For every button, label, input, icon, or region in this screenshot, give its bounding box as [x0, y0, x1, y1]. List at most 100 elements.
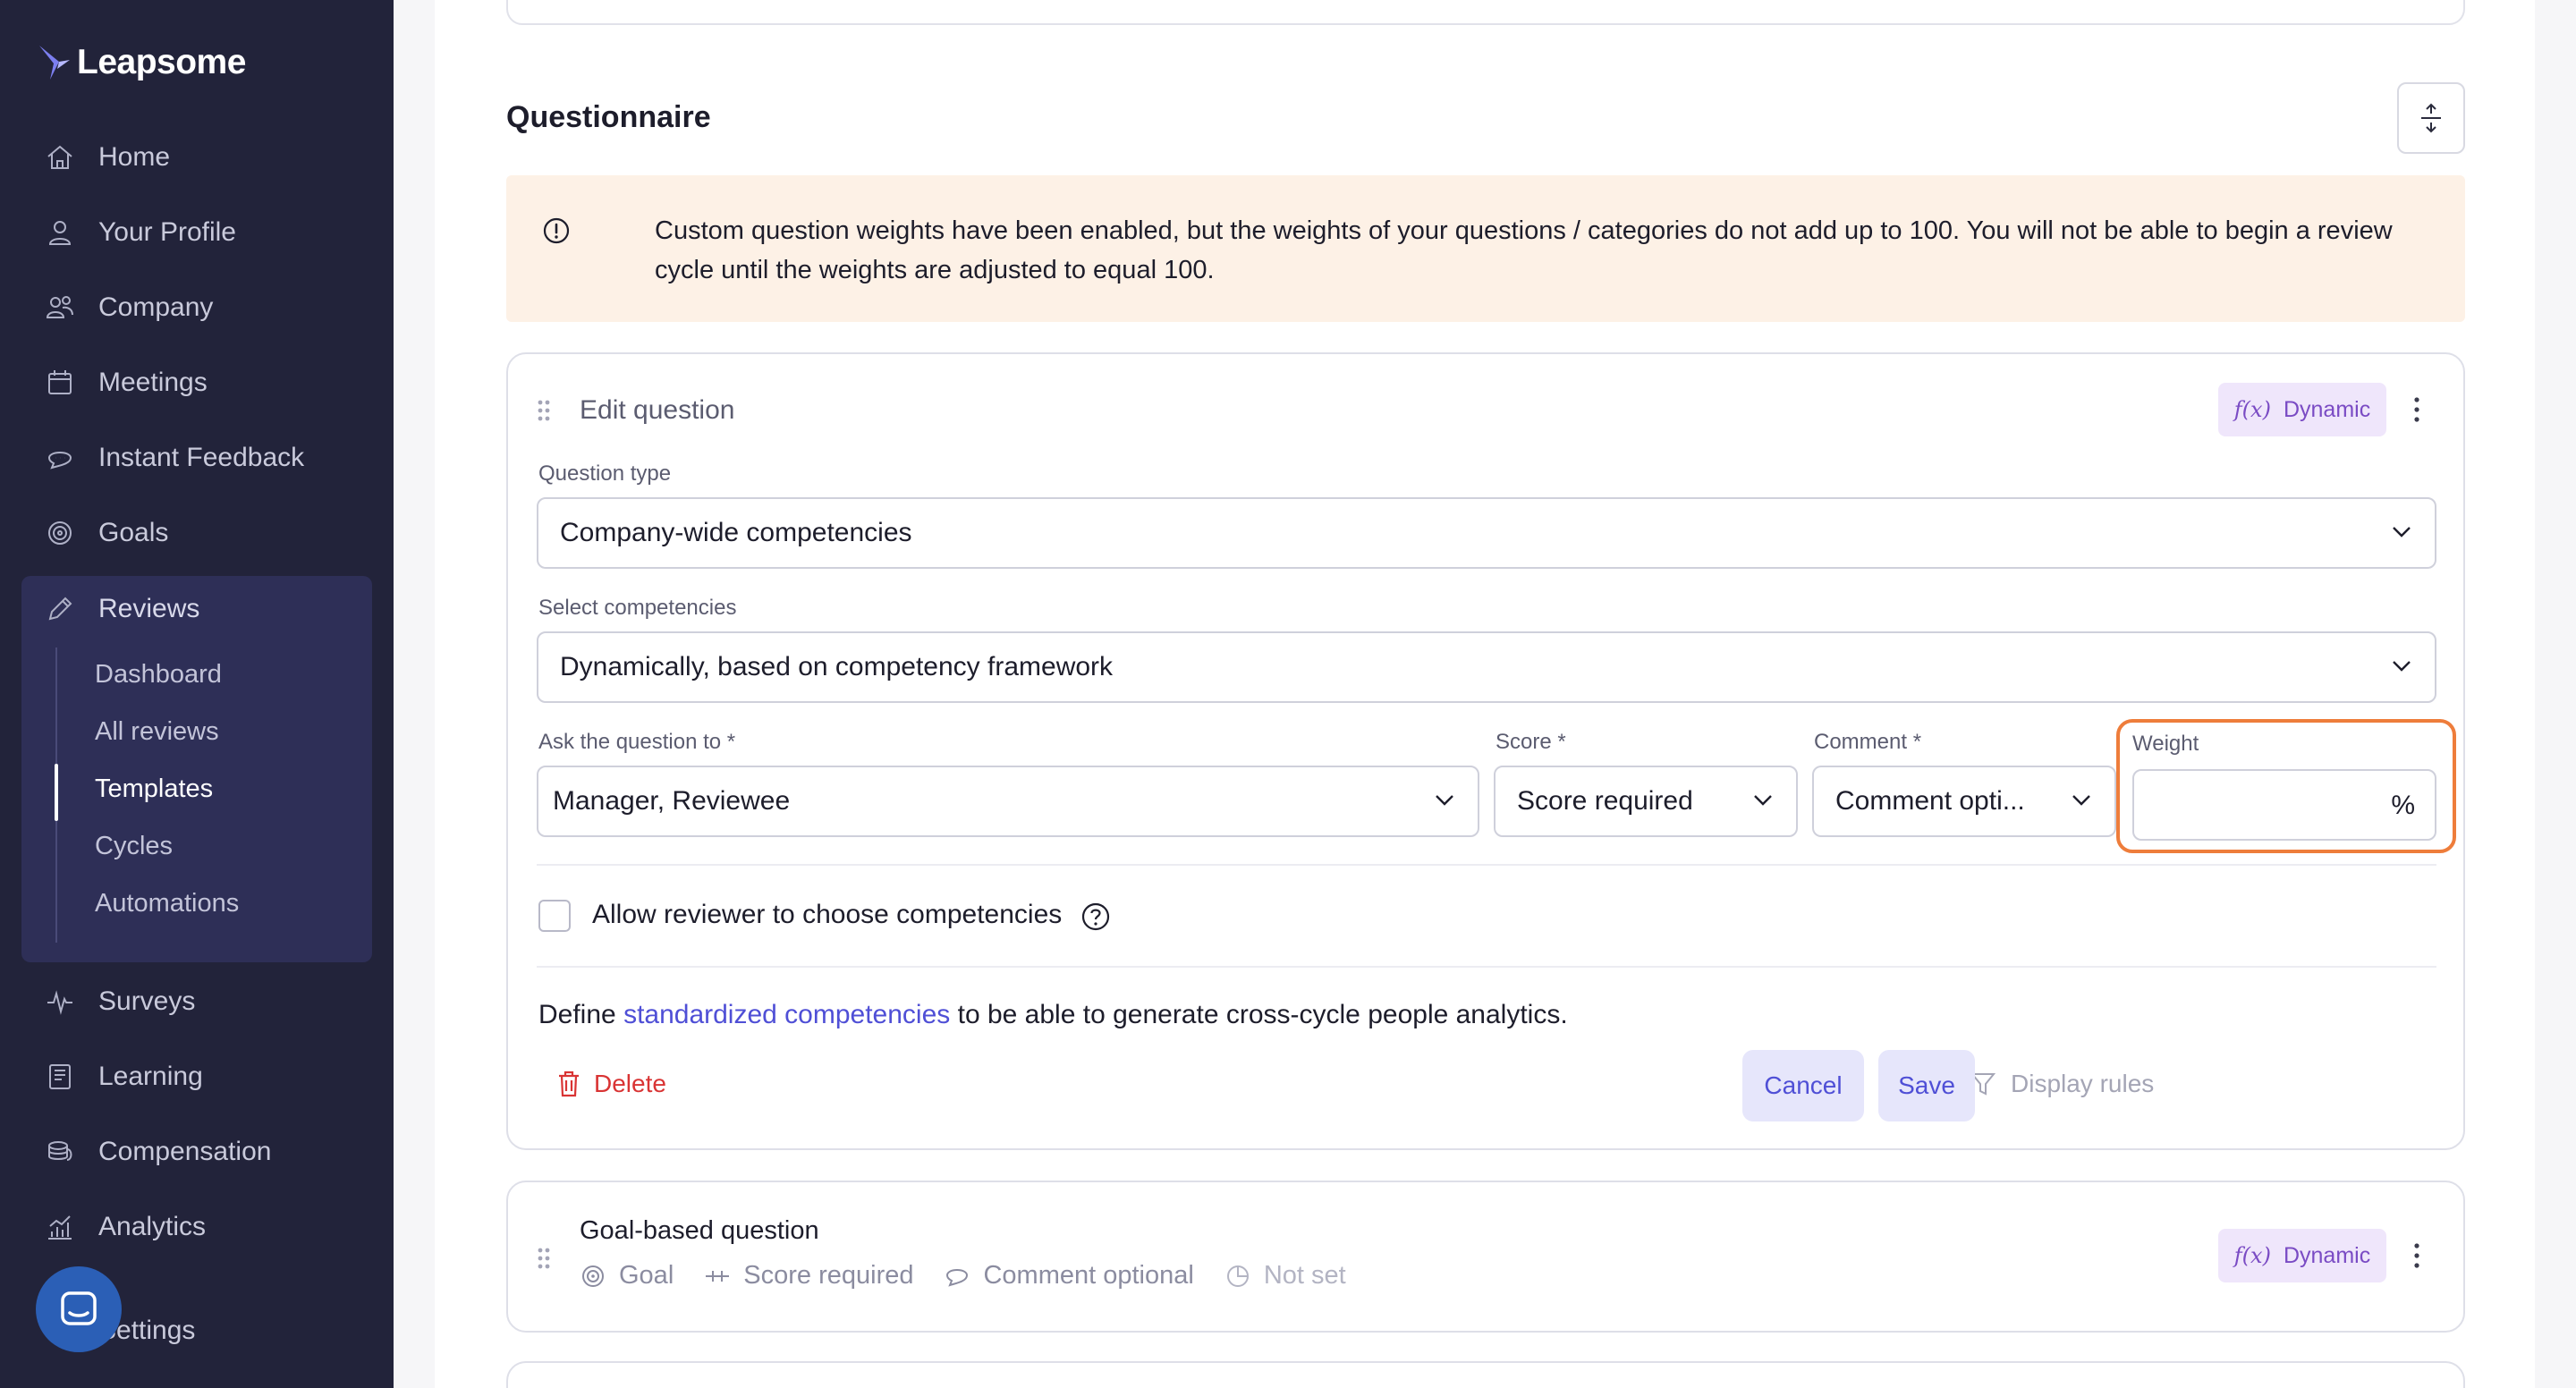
competencies-label: Select competencies — [538, 596, 737, 620]
sidebar-item-learning[interactable]: Learning — [45, 1057, 203, 1096]
percent-unit: % — [2391, 791, 2415, 820]
pencil-icon — [48, 597, 72, 621]
sidebar-item-label: Instant Feedback — [98, 443, 305, 472]
warning-text: Custom question weights have been enable… — [655, 216, 2393, 284]
chat-icon — [47, 452, 72, 470]
cancel-button[interactable]: Cancel — [1742, 1050, 1864, 1121]
score-icon — [706, 1270, 730, 1282]
target-icon — [48, 521, 72, 545]
sidebar-item-label: Home — [98, 142, 171, 172]
user-icon — [48, 221, 72, 245]
edit-question-title: Edit question — [580, 395, 735, 425]
sidebar-item-analytics[interactable]: Analytics — [45, 1207, 206, 1247]
home-icon — [47, 145, 72, 169]
question-type-value: Company-wide competencies — [560, 518, 912, 547]
define-competencies-text: Define standardized competencies to be a… — [538, 1000, 1568, 1030]
sidebar-item-reviews[interactable]: Reviews — [45, 594, 199, 624]
collapse-all-button[interactable] — [2397, 82, 2465, 154]
reviews-section: Reviews Dashboard All reviews Templates … — [21, 576, 372, 962]
target-icon — [582, 1265, 604, 1287]
question-type-label: Question type — [538, 461, 672, 486]
sidebar-item-label: Analytics — [98, 1212, 207, 1241]
goal-question-meta: Goal Score required Comment optional Not… — [580, 1261, 1377, 1291]
logo[interactable]: Leapsome — [38, 43, 246, 82]
allow-reviewer-checkbox[interactable] — [538, 900, 571, 932]
ask-question-value: Manager, Reviewee — [553, 786, 791, 816]
sidebar-item-surveys[interactable]: Surveys — [45, 982, 195, 1021]
weight-input[interactable]: % — [2132, 769, 2436, 841]
function-icon: f(x) — [2233, 397, 2271, 422]
meta-comment: Comment optional — [944, 1261, 1194, 1291]
sidebar-item-company[interactable]: Company — [45, 288, 213, 327]
support-chat-button[interactable] — [36, 1266, 122, 1352]
edit-question-card: Edit question f(x) Dynamic Question type… — [506, 352, 2465, 1150]
display-rules-label: Display rules — [2011, 1070, 2155, 1097]
comment-select[interactable]: Comment opti... — [1812, 766, 2116, 837]
ask-question-label: Ask the question to * — [538, 730, 736, 754]
sidebar-item-home[interactable]: Home — [45, 138, 170, 177]
meta-weight: Not set — [1224, 1261, 1346, 1291]
leapsome-bird-icon — [39, 46, 70, 80]
more-options-icon[interactable] — [2411, 395, 2422, 424]
meta-score-label: Score required — [743, 1261, 914, 1290]
drag-handle-icon[interactable] — [537, 399, 551, 422]
chevron-down-icon — [2393, 527, 2411, 537]
calendar-icon — [48, 370, 72, 394]
subnav-item-templates[interactable]: Templates — [95, 774, 213, 804]
sidebar-item-label: Surveys — [98, 986, 196, 1016]
sidebar-item-compensation[interactable]: Compensation — [45, 1132, 271, 1172]
standardized-competencies-link[interactable]: standardized competencies — [623, 1000, 950, 1029]
dynamic-badge[interactable]: f(x) Dynamic — [2218, 1229, 2386, 1282]
sidebar-item-label: Goals — [98, 518, 169, 547]
goal-question-card[interactable]: Goal-based question Goal Score required … — [506, 1181, 2465, 1333]
display-rules-button[interactable]: Display rules — [1970, 1070, 2154, 1098]
meta-goal-label: Goal — [619, 1261, 674, 1290]
subnav-item-dashboard[interactable]: Dashboard — [95, 660, 222, 690]
score-value: Score required — [1517, 786, 1693, 816]
question-type-select[interactable]: Company-wide competencies — [537, 497, 2436, 569]
score-select[interactable]: Score required — [1494, 766, 1798, 837]
sidebar-item-your-profile[interactable]: Your Profile — [45, 213, 236, 252]
meta-goal: Goal — [580, 1261, 674, 1291]
weight-label: Weight — [2132, 732, 2199, 756]
sidebar-item-instant-feedback[interactable]: Instant Feedback — [45, 438, 304, 478]
competencies-value: Dynamically, based on competency framewo… — [560, 652, 1114, 681]
previous-card — [506, 0, 2465, 25]
weights-warning-banner: Custom question weights have been enable… — [506, 175, 2465, 322]
sidebar-item-label: Company — [98, 292, 214, 322]
delete-button[interactable]: Delete — [556, 1070, 666, 1098]
save-button[interactable]: Save — [1878, 1050, 1975, 1121]
sidebar-item-meetings[interactable]: Meetings — [45, 363, 208, 402]
dynamic-badge-label: Dynamic — [2283, 1242, 2371, 1268]
score-label: Score * — [1496, 730, 1566, 754]
drag-handle-icon[interactable] — [537, 1247, 551, 1270]
chevron-down-icon — [2393, 661, 2411, 672]
ask-question-select[interactable]: Manager, Reviewee — [537, 766, 1479, 837]
delete-label: Delete — [594, 1070, 666, 1097]
subnav-item-automations[interactable]: Automations — [95, 889, 239, 918]
next-question-card[interactable] — [506, 1361, 2465, 1388]
sidebar-item-label: Learning — [98, 1062, 203, 1091]
help-circle-icon[interactable] — [1080, 901, 1111, 932]
sidebar-item-label: Compensation — [98, 1137, 272, 1166]
meta-weight-label: Not set — [1263, 1261, 1346, 1290]
weight-field-highlight: Weight % — [2116, 719, 2456, 853]
divider — [537, 966, 2436, 968]
sidebar: Leapsome Home Your Profile Company Meeti… — [0, 0, 394, 1388]
subnav-item-all-reviews[interactable]: All reviews — [95, 717, 219, 747]
active-indicator — [55, 764, 58, 821]
meta-comment-label: Comment optional — [983, 1261, 1194, 1290]
page-title: Questionnaire — [506, 100, 711, 134]
comment-icon — [946, 1268, 969, 1287]
competencies-select[interactable]: Dynamically, based on competency framewo… — [537, 631, 2436, 703]
dynamic-badge[interactable]: f(x) Dynamic — [2218, 383, 2386, 436]
divider — [537, 864, 2436, 866]
comment-label: Comment * — [1814, 730, 1922, 754]
more-options-icon[interactable] — [2411, 1241, 2422, 1270]
trash-icon — [559, 1071, 579, 1097]
chevron-down-icon — [1754, 795, 1772, 806]
subnav-item-cycles[interactable]: Cycles — [95, 832, 173, 861]
main-content: Questionnaire Custom question weights ha… — [435, 0, 2535, 1388]
sidebar-item-goals[interactable]: Goals — [45, 513, 168, 553]
chevron-down-icon — [1436, 795, 1453, 806]
